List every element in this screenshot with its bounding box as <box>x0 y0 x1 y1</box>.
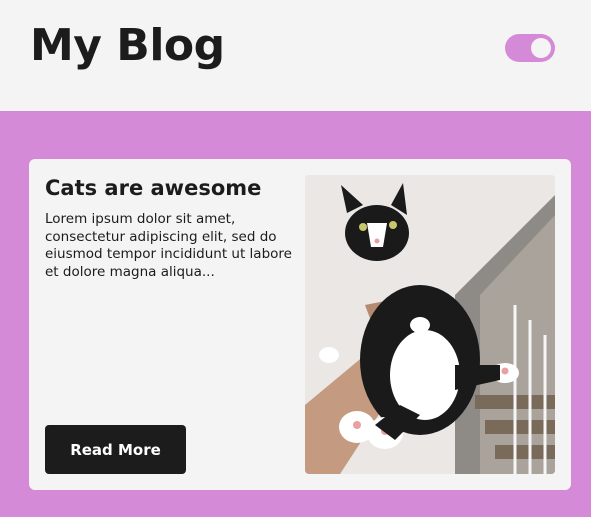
theme-toggle[interactable] <box>505 34 555 62</box>
read-more-button[interactable]: Read More <box>45 425 186 474</box>
post-excerpt: Lorem ipsum dolor sit amet, consectetur … <box>45 211 292 280</box>
site-header: My Blog <box>0 0 591 111</box>
posts-section: Cats are awesome Lorem ipsum dolor sit a… <box>0 111 591 517</box>
post-image <box>305 175 555 474</box>
toggle-knob <box>531 38 551 58</box>
cat-photo-illustration <box>305 175 555 474</box>
page-title: My Blog <box>30 20 225 71</box>
post-title: Cats are awesome <box>45 176 262 200</box>
blog-post-card: Cats are awesome Lorem ipsum dolor sit a… <box>29 159 571 490</box>
